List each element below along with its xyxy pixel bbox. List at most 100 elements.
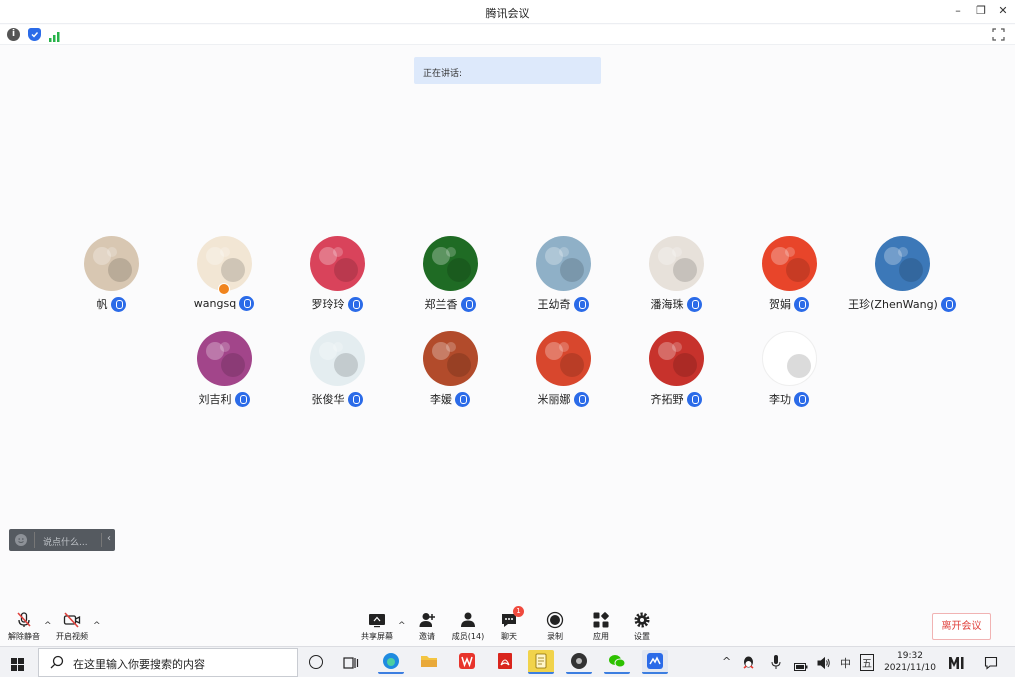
participant-avatar[interactable] — [310, 236, 365, 291]
tray-overflow-chevron[interactable]: ^ — [722, 655, 731, 668]
participant-avatar[interactable] — [649, 236, 704, 291]
share-screen-icon — [368, 611, 386, 629]
muted-mic-icon — [15, 611, 33, 629]
participant-tile[interactable]: 罗玲玲 — [282, 236, 392, 316]
participant-name: 刘吉利 — [198, 393, 232, 406]
settings-label: 设置 — [634, 632, 650, 641]
participant-name-row: 帆 — [56, 296, 166, 312]
share-options-caret[interactable]: ^ — [398, 621, 406, 631]
participant-tile[interactable]: 贺娟 — [734, 236, 844, 316]
participant-tile[interactable]: 李媛 — [395, 331, 505, 411]
participant-name: 齐拓野 — [650, 393, 684, 406]
participant-avatar[interactable] — [875, 236, 930, 291]
windows-start-icon[interactable] — [11, 656, 24, 671]
start-video-label: 开启视频 — [56, 632, 88, 641]
invite-button[interactable]: 邀请 — [407, 611, 447, 642]
start-video-button[interactable]: 开启视频 — [52, 611, 92, 642]
participant-avatar[interactable] — [423, 236, 478, 291]
apps-button[interactable]: 应用 — [581, 611, 621, 642]
ime-language-indicator[interactable]: 中 — [840, 655, 851, 671]
mic-status-icon — [686, 391, 702, 407]
emoji-icon[interactable] — [15, 534, 27, 546]
minimize-button[interactable]: – — [948, 4, 968, 17]
participant-avatar[interactable] — [536, 236, 591, 291]
participant-tile[interactable]: 李功 — [734, 331, 844, 411]
mic-status-icon — [239, 296, 255, 311]
window-title: 腾讯会议 — [485, 7, 530, 20]
participant-tile[interactable]: 齐拓野 — [621, 331, 731, 411]
cortana-icon[interactable] — [309, 655, 323, 669]
task-view-icon[interactable] — [343, 655, 359, 669]
mic-status-icon — [460, 296, 476, 312]
wps-app-icon[interactable] — [454, 650, 480, 674]
notes-app-icon[interactable] — [528, 650, 554, 674]
wechat-app-icon[interactable] — [604, 650, 630, 674]
battery-icon[interactable] — [794, 657, 808, 671]
collapse-chat-button[interactable]: ‹ — [107, 533, 111, 544]
media-app-icon[interactable] — [566, 650, 592, 674]
participant-tile[interactable]: 张俊华 — [282, 331, 392, 411]
participant-avatar[interactable] — [649, 331, 704, 386]
participant-avatar[interactable] — [310, 331, 365, 386]
record-button[interactable]: 录制 — [535, 611, 575, 642]
volume-icon[interactable] — [817, 655, 831, 670]
tencent-meeting-app-icon[interactable] — [642, 650, 668, 674]
taskbar-search-input[interactable]: 在这里输入你要搜索的内容 — [38, 648, 298, 677]
participant-name-row: 张俊华 — [282, 391, 392, 407]
chat-button[interactable]: 1 聊天 — [489, 606, 529, 642]
participant-avatar[interactable] — [762, 236, 817, 291]
participant-tile[interactable]: wangsq — [169, 236, 279, 316]
mic-status-icon — [347, 391, 363, 407]
participant-name: wangsq — [193, 297, 237, 310]
notification-icon[interactable] — [984, 655, 998, 670]
mic-status-icon — [455, 391, 470, 407]
share-screen-button[interactable]: 共享屏幕 — [357, 611, 397, 642]
unmute-button[interactable]: 解除静音 — [4, 611, 44, 642]
pdf-app-icon[interactable] — [492, 650, 518, 674]
edge-app-icon[interactable] — [378, 650, 404, 674]
mic-status-icon — [347, 296, 363, 312]
qq-tray-icon[interactable] — [742, 655, 755, 669]
mic-status-icon — [573, 391, 589, 407]
participant-name-row: wangsq — [169, 296, 279, 311]
participant-tile[interactable]: 米丽娜 — [508, 331, 618, 411]
participant-name-row: 罗玲玲 — [282, 296, 392, 312]
copilot-tray-icon[interactable] — [948, 655, 966, 669]
participant-avatar[interactable] — [84, 236, 139, 291]
participant-name-row: 米丽娜 — [508, 391, 618, 407]
settings-button[interactable]: 设置 — [622, 611, 662, 642]
title-bar: 腾讯会议 – ❐ ✕ — [0, 0, 1015, 24]
file-explorer-icon[interactable] — [416, 650, 442, 674]
participant-name: 潘海珠 — [650, 298, 684, 311]
video-off-icon — [63, 611, 81, 629]
participant-tile[interactable]: 潘海珠 — [621, 236, 731, 316]
participant-tile[interactable]: 刘吉利 — [169, 331, 279, 411]
shield-icon[interactable] — [28, 28, 41, 41]
record-icon — [546, 611, 564, 629]
status-bar: i — [0, 25, 1015, 45]
meeting-toolbar: 解除静音 ^ 开启视频 ^ 共享屏幕 ^ 邀请 成员(14) 1 聊天 录制 应… — [0, 603, 1015, 646]
restore-button[interactable]: ❐ — [971, 4, 991, 17]
chat-input-box[interactable]: 说点什么... ‹ — [9, 529, 115, 551]
participant-avatar[interactable] — [536, 331, 591, 386]
signal-icon[interactable] — [48, 28, 61, 42]
participant-avatar[interactable] — [197, 331, 252, 386]
search-placeholder: 在这里输入你要搜索的内容 — [73, 658, 205, 671]
participant-avatar[interactable] — [423, 331, 478, 386]
leave-meeting-button[interactable]: 离开会议 — [932, 613, 991, 640]
close-button[interactable]: ✕ — [993, 4, 1013, 17]
taskbar-clock[interactable]: 19:32 2021/11/10 — [882, 650, 938, 674]
participant-avatar[interactable] — [762, 331, 817, 386]
audio-options-caret[interactable]: ^ — [44, 621, 52, 631]
info-icon[interactable]: i — [7, 28, 20, 41]
participant-tile[interactable]: 郑兰香 — [395, 236, 505, 316]
ime-mode-indicator[interactable]: 五 — [860, 654, 874, 671]
participant-name: 帆 — [96, 298, 108, 311]
fullscreen-icon[interactable] — [991, 27, 1006, 42]
participant-tile[interactable]: 帆 — [56, 236, 166, 316]
members-button[interactable]: 成员(14) — [448, 611, 488, 642]
participant-tile[interactable]: 王珍(ZhenWang) — [847, 236, 957, 316]
participant-tile[interactable]: 王幼奇 — [508, 236, 618, 316]
mic-tray-icon[interactable] — [771, 654, 781, 670]
video-options-caret[interactable]: ^ — [93, 621, 101, 631]
